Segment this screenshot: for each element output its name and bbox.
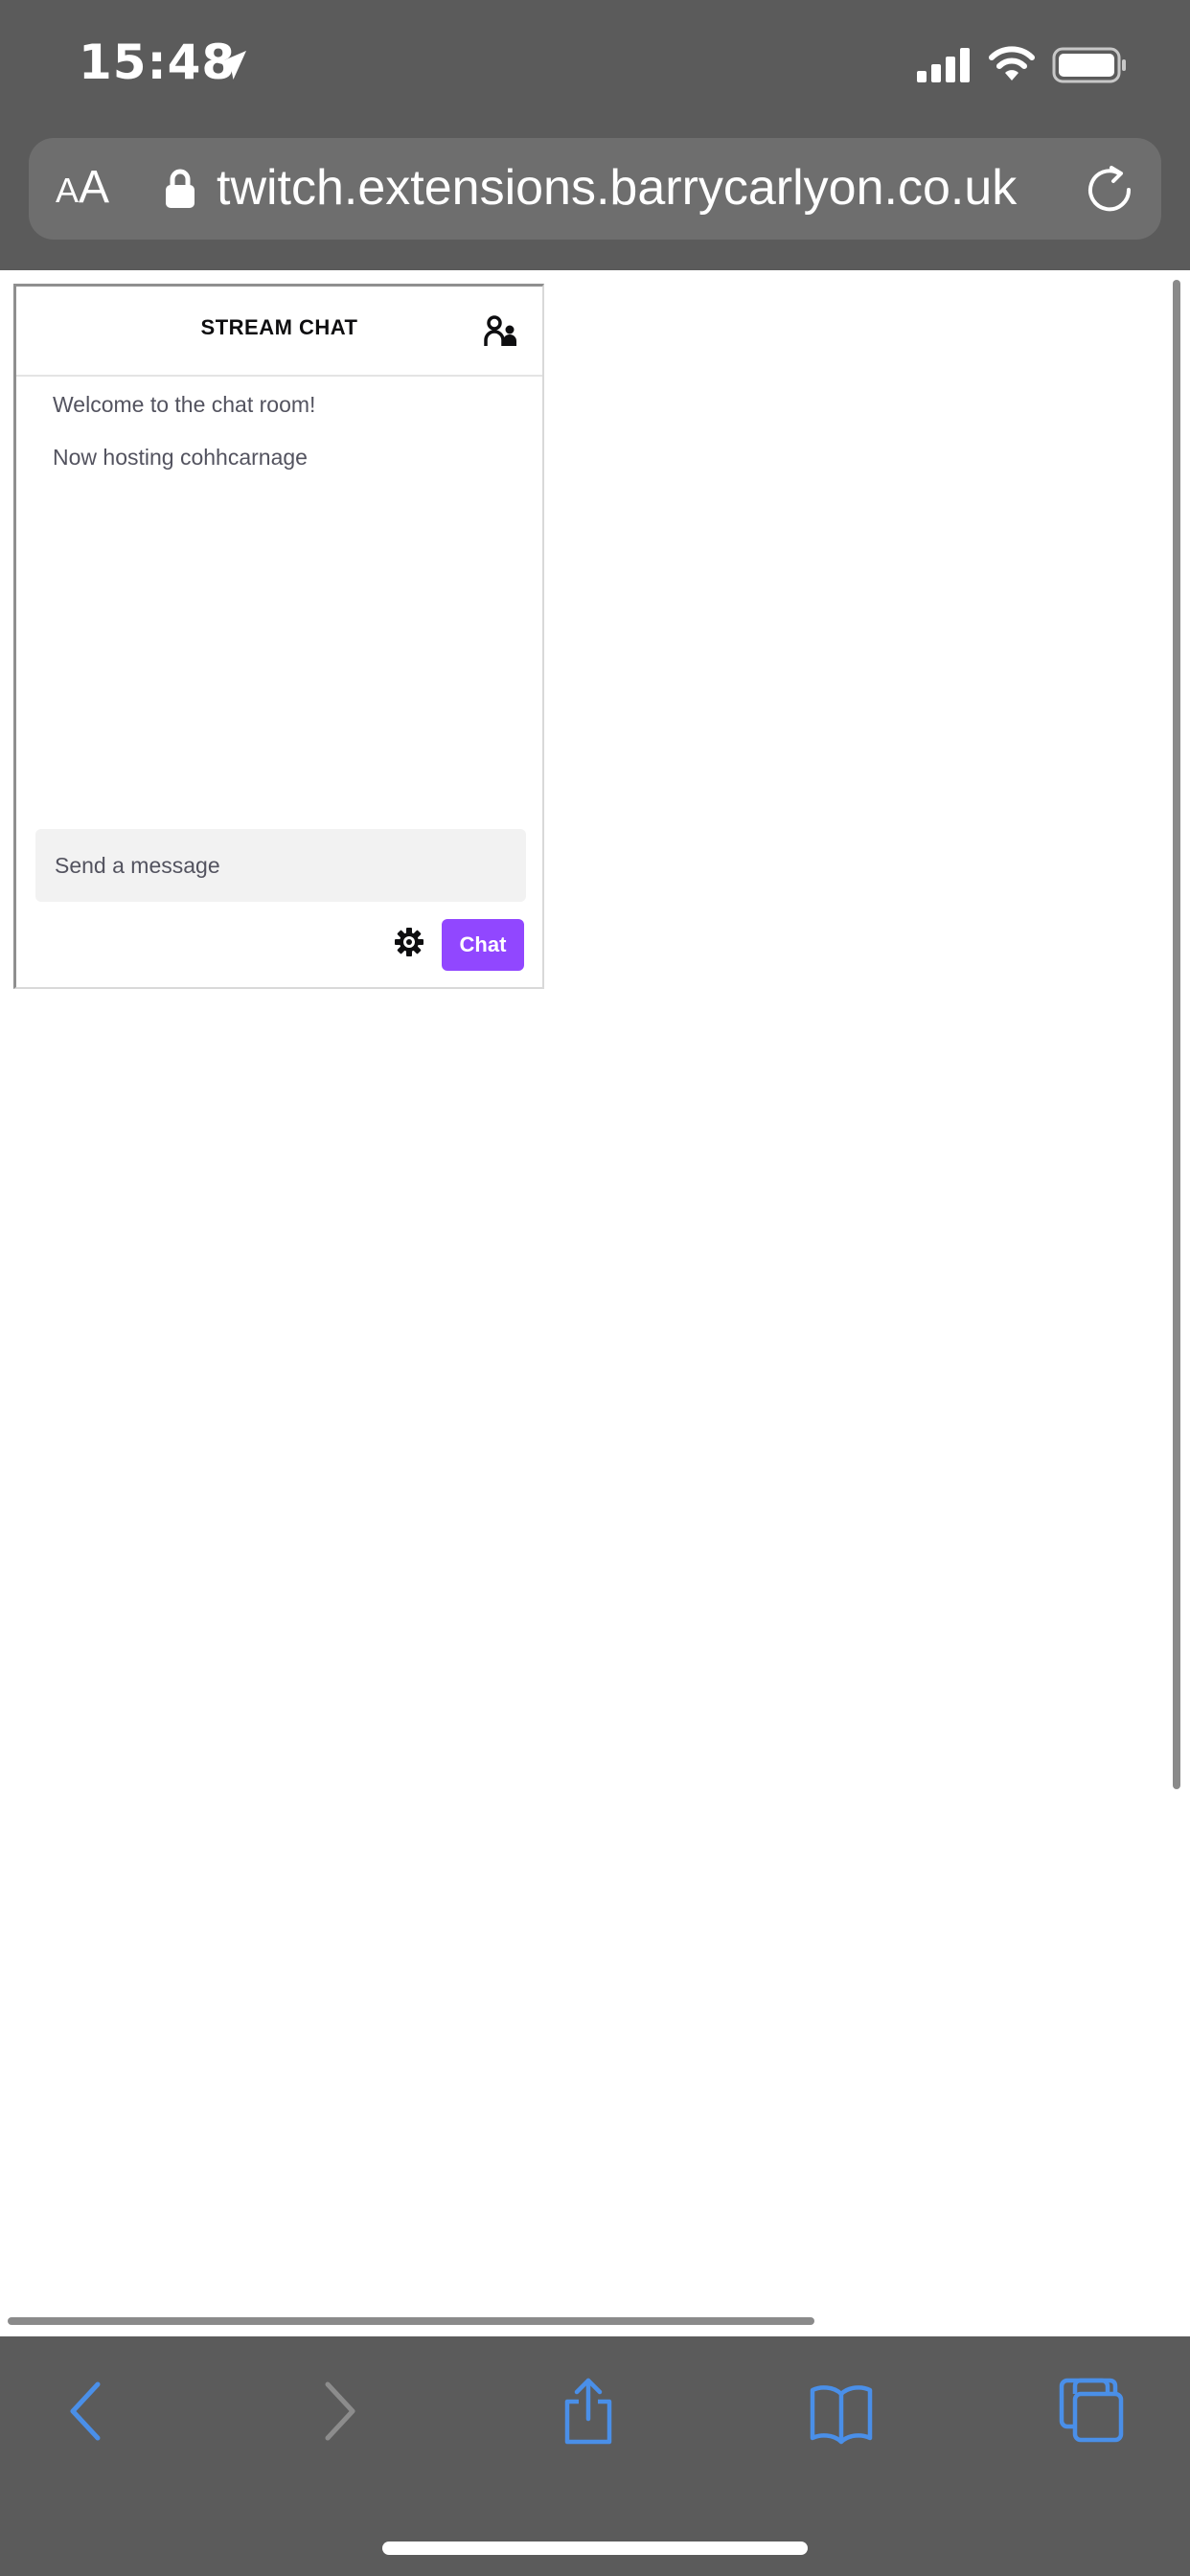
browser-top-chrome: 15:48 AA twitch.extensions.barrycarlyon.… (0, 0, 1190, 270)
lock-icon (166, 169, 195, 208)
text-size-small-a: A (56, 171, 80, 210)
location-arrow-icon (217, 51, 246, 80)
chat-messages: Welcome to the chat room! Now hosting co… (53, 390, 513, 495)
text-size-button[interactable]: AA (56, 159, 109, 219)
cellular-signal-icon (917, 48, 970, 82)
url-text[interactable]: twitch.extensions.barrycarlyon.co.uk (217, 157, 1017, 218)
share-icon[interactable] (554, 2377, 623, 2446)
chat-message: Now hosting cohhcarnage (53, 445, 308, 470)
book-icon[interactable] (807, 2377, 876, 2446)
reload-icon[interactable] (1085, 165, 1134, 215)
browser-bottom-toolbar (0, 2336, 1190, 2576)
tabs-icon[interactable] (1058, 2377, 1127, 2446)
vertical-scrollbar[interactable] (1173, 280, 1180, 1789)
chat-send-button[interactable]: Chat (442, 919, 524, 971)
horizontal-scrollbar[interactable] (8, 2317, 814, 2325)
chevron-left-icon[interactable] (54, 2377, 123, 2446)
wifi-icon (989, 46, 1035, 80)
chat-message-input[interactable] (35, 829, 526, 902)
stream-chat-panel: STREAM CHAT Welcome to the chat room! No… (13, 284, 544, 989)
gear-icon[interactable] (394, 927, 424, 957)
chevron-right-icon[interactable] (303, 2377, 372, 2446)
home-indicator[interactable] (382, 2542, 808, 2555)
status-time: 15:48 (79, 34, 237, 90)
text-size-large-a: A (79, 162, 110, 213)
battery-icon (1052, 47, 1126, 83)
chat-title: STREAM CHAT (200, 315, 358, 339)
users-icon[interactable] (484, 315, 518, 348)
address-bar[interactable]: AA twitch.extensions.barrycarlyon.co.uk (29, 138, 1161, 240)
screen: 15:48 AA twitch.extensions.barrycarlyon.… (0, 0, 1190, 2576)
chat-header: STREAM CHAT (16, 287, 542, 377)
chat-message: Welcome to the chat room! (53, 392, 316, 417)
